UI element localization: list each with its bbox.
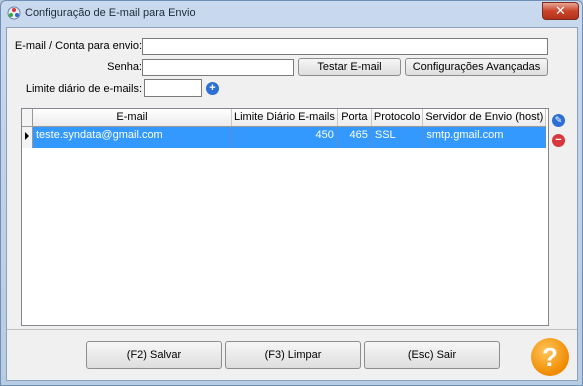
column-header-port[interactable]: Porta	[337, 109, 372, 127]
cell-host[interactable]: smtp.gmail.com	[422, 126, 547, 148]
email-label: E-mail / Conta para envio:	[14, 40, 142, 52]
remove-account-icon[interactable]: −	[552, 134, 565, 147]
dialog-body: E-mail / Conta para envio: Senha: Testar…	[6, 27, 578, 381]
column-header-protocol[interactable]: Protocolo	[371, 109, 424, 127]
cell-protocol[interactable]: SSL	[371, 126, 424, 148]
clear-button[interactable]: (F3) Limpar	[225, 341, 361, 369]
column-header-daily-limit[interactable]: Limite Diário E-mails	[231, 109, 338, 127]
cell-port[interactable]: 465	[337, 126, 372, 148]
row-header-corner	[22, 109, 33, 127]
add-account-icon[interactable]: +	[206, 82, 219, 95]
window-title: Configuração de E-mail para Envio	[25, 7, 196, 19]
app-icon	[7, 6, 21, 20]
daily-limit-input[interactable]	[144, 79, 202, 97]
email-accounts-grid[interactable]: E-mail Limite Diário E-mails Porta Proto…	[21, 108, 549, 326]
accounts-table: E-mail Limite Diário E-mails Porta Proto…	[22, 109, 547, 148]
cell-email[interactable]: teste.syndata@gmail.com	[32, 126, 232, 148]
password-input[interactable]	[142, 59, 294, 76]
advanced-settings-button[interactable]: Configurações Avançadas	[405, 58, 548, 76]
table-row[interactable]: teste.syndata@gmail.com 450 465 SSL smtp…	[22, 126, 547, 148]
email-config-window: Configuração de E-mail para Envio ✕ E-ma…	[0, 0, 583, 386]
test-email-button[interactable]: Testar E-mail	[298, 58, 401, 76]
column-header-host[interactable]: Servidor de Envio (host)	[422, 109, 547, 127]
title-bar[interactable]: Configuração de E-mail para Envio ✕	[1, 1, 582, 27]
exit-button[interactable]: (Esc) Sair	[364, 341, 500, 369]
help-icon[interactable]: ?	[531, 338, 569, 376]
password-label: Senha:	[107, 61, 142, 73]
close-icon: ✕	[555, 3, 566, 18]
daily-limit-label: Limite diário de e-mails:	[25, 83, 142, 95]
table-header: E-mail Limite Diário E-mails Porta Proto…	[22, 109, 547, 127]
footer-separator	[7, 329, 577, 330]
edit-account-icon[interactable]: ✎	[552, 114, 565, 127]
column-header-email[interactable]: E-mail	[32, 109, 232, 127]
close-button[interactable]: ✕	[542, 2, 579, 20]
email-input[interactable]	[142, 38, 548, 55]
save-button[interactable]: (F2) Salvar	[86, 341, 222, 369]
current-row-indicator-icon	[22, 126, 33, 148]
cell-daily-limit[interactable]: 450	[231, 126, 338, 148]
